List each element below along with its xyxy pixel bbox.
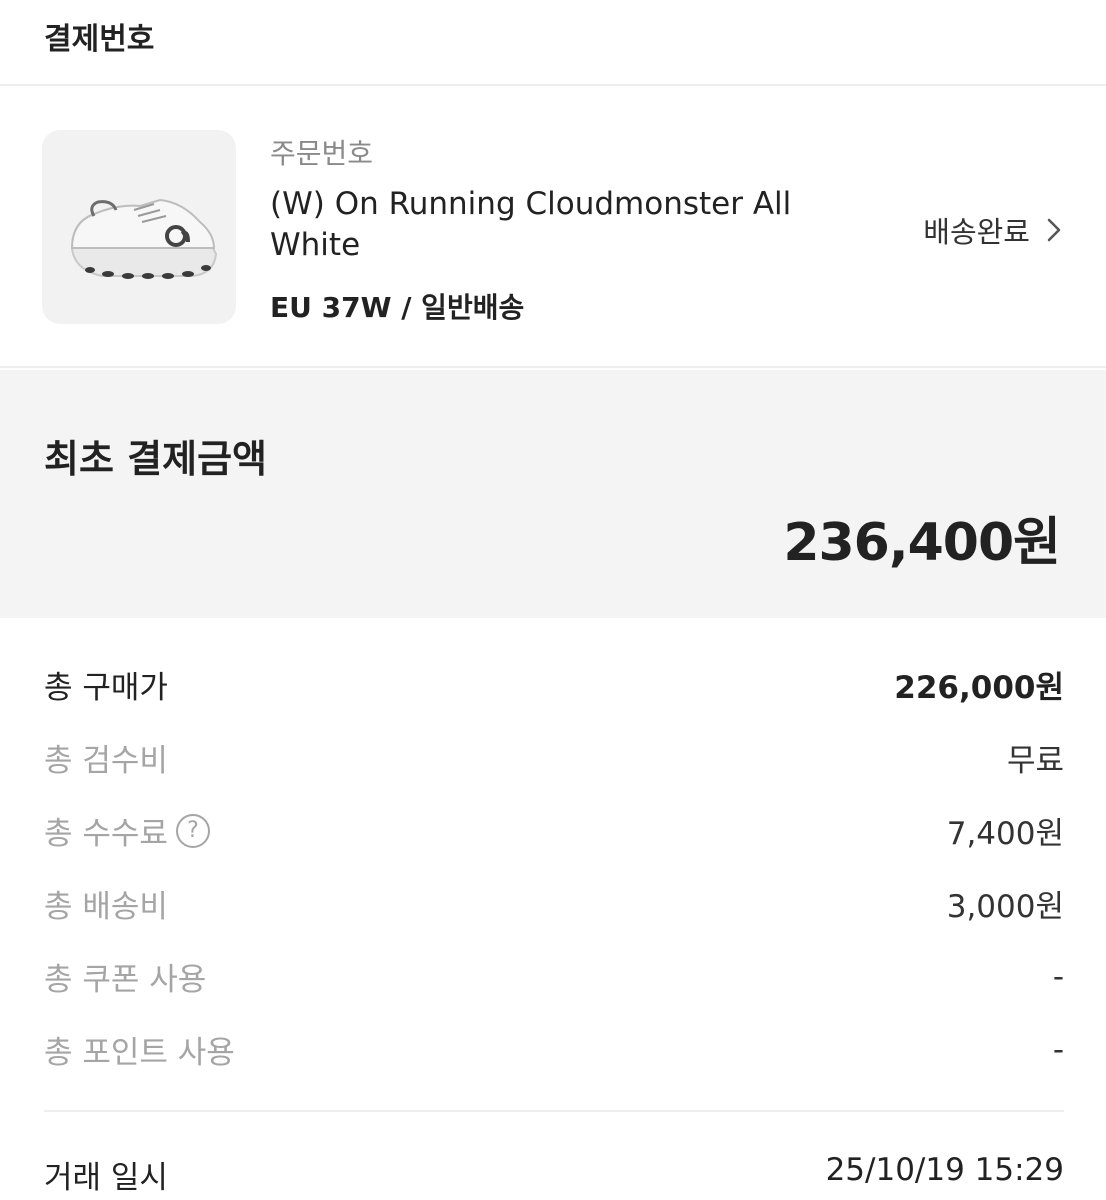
breakdown-label: 총 검수비: [44, 743, 168, 779]
help-icon[interactable]: ?: [175, 813, 210, 848]
breakdown-value: 226,000원: [894, 670, 1064, 706]
breakdown-label: 총 수수료: [44, 816, 168, 852]
breakdown-row-purchase-price: 총 구매가 226,000원: [44, 648, 1064, 721]
breakdown-label-wrap: 총 수수료 ?: [44, 808, 210, 853]
trade-datetime-label: 거래 일시: [44, 1160, 168, 1196]
product-thumbnail: [42, 130, 236, 324]
payment-detail-page: 결제번호 주문번호 (W) On Running Cloudmonster Al…: [0, 0, 1106, 1200]
sneaker-image: [70, 198, 218, 279]
breakdown-row-coupon: 총 쿠폰 사용 -: [44, 940, 1064, 1013]
breakdown-value: 3,000원: [946, 889, 1064, 925]
breakdown-value: -: [1052, 1031, 1064, 1068]
product-option: EU 37W / 일반배송: [270, 291, 525, 324]
breakdown-value: -: [1052, 958, 1064, 995]
product-card[interactable]: 주문번호 (W) On Running Cloudmonster All Whi…: [0, 88, 1106, 368]
payment-breakdown: 총 구매가 226,000원 총 검수비 무료 총 수수료 ? 7,400원 총…: [44, 648, 1064, 1086]
product-name[interactable]: (W) On Running Cloudmonster All White: [270, 184, 830, 266]
breakdown-value: 7,400원: [946, 816, 1064, 852]
breakdown-row-inspection-fee: 총 검수비 무료: [44, 721, 1064, 794]
initial-payment-panel: 최초 결제금액 236,400원: [0, 370, 1106, 618]
breakdown-label: 총 배송비: [44, 889, 168, 925]
delivery-status-label: 배송완료: [923, 215, 1030, 249]
header-bar: 결제번호: [0, 0, 1106, 86]
breakdown-row-shipping-fee: 총 배송비 3,000원: [44, 867, 1064, 940]
delivery-status-link[interactable]: 배송완료: [923, 209, 1064, 251]
breakdown-row-commission: 총 수수료 ? 7,400원: [44, 794, 1064, 867]
initial-payment-amount: 236,400원: [783, 513, 1061, 573]
trade-datetime-row: 거래 일시 25/10/19 15:29: [44, 1152, 1064, 1197]
breakdown-value: 무료: [1006, 743, 1064, 779]
breakdown-label: 총 구매가: [44, 670, 168, 706]
payment-number-title: 결제번호: [44, 22, 155, 57]
breakdown-row-points: 총 포인트 사용 -: [44, 1013, 1064, 1086]
chevron-right-icon: [1047, 218, 1061, 242]
initial-payment-label: 최초 결제금액: [44, 437, 267, 481]
order-number-label: 주문번호: [270, 137, 374, 170]
trade-datetime-value: 25/10/19 15:29: [825, 1152, 1064, 1188]
breakdown-label: 총 포인트 사용: [44, 1035, 235, 1071]
breakdown-label: 총 쿠폰 사용: [44, 962, 207, 998]
section-divider: [44, 1110, 1064, 1112]
